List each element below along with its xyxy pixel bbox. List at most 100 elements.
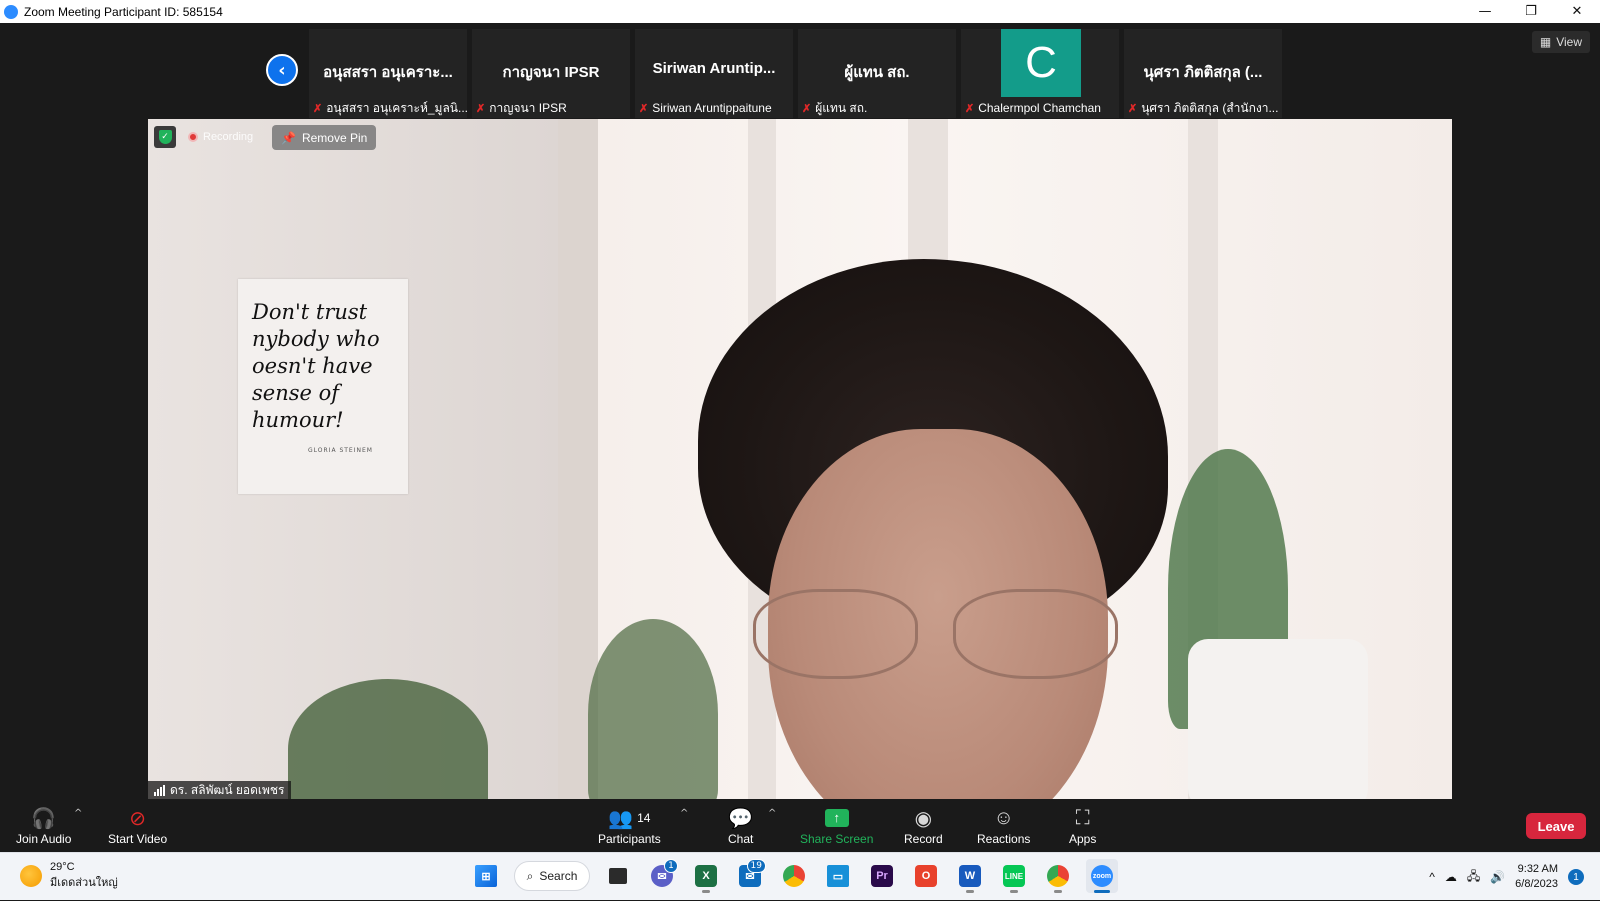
- window-titlebar: Zoom Meeting Participant ID: 585154 — ❐ …: [0, 0, 1600, 23]
- participant-name: อนุสสรา อนุเคราะห์_มูลนิ...: [326, 100, 467, 115]
- participant-count: 14: [637, 811, 651, 825]
- network-icon[interactable]: 🖧: [1467, 867, 1480, 888]
- headphones-icon: 🎧: [31, 807, 57, 830]
- word-app[interactable]: W: [954, 859, 986, 893]
- zoom-icon: zoom: [1091, 865, 1113, 887]
- search-label: Search: [539, 869, 578, 883]
- onedrive-icon[interactable]: ☁: [1445, 870, 1457, 884]
- mic-muted-icon: ✗: [965, 102, 975, 115]
- weather-widget[interactable]: 29°C มีเดดส่วนใหญ่: [20, 861, 118, 891]
- share-screen-button[interactable]: ↑ Share Screen: [800, 806, 873, 846]
- clock-date: 6/8/2023: [1515, 878, 1558, 890]
- start-button[interactable]: ⊞: [470, 859, 502, 893]
- mail-app[interactable]: ✉ 19: [734, 859, 766, 893]
- wall-poster: Don't trust nybody who oesn't have sense…: [238, 279, 408, 494]
- audio-options-caret[interactable]: ^: [74, 808, 82, 819]
- participant-display-name: กาญจนา IPSR: [502, 64, 600, 81]
- participant-label: ✗ Chalermpol Chamchan: [961, 98, 1119, 118]
- active-speaker-video[interactable]: Don't trust nybody who oesn't have sense…: [148, 119, 1452, 799]
- windows-taskbar: 29°C มีเดดส่วนใหญ่ ⊞ ⌕ Search ✉ 1 X ✉ 19: [0, 852, 1600, 900]
- gallery-prev-button[interactable]: ‹: [266, 54, 298, 86]
- participant-name: กาญจนา IPSR: [489, 100, 567, 115]
- apps-button[interactable]: ⛶ Apps: [1069, 806, 1096, 847]
- record-icon: ◉: [914, 807, 933, 830]
- meeting-toolbar: 🎧 Join Audio ^ ⊘ Start Video 👥 14 Partici…: [0, 800, 1600, 852]
- participant-display-name: ผู้แทน สถ.: [844, 64, 910, 81]
- zoom-app[interactable]: zoom: [1086, 859, 1118, 893]
- participants-button[interactable]: 👥 14 Participants: [598, 806, 661, 847]
- weather-desc: มีเดดส่วนใหญ่: [50, 877, 118, 889]
- view-button[interactable]: ▦ View: [1531, 31, 1590, 53]
- task-view-button[interactable]: [602, 859, 634, 893]
- participants-icon: 👥 14: [608, 807, 651, 830]
- video-off-icon: ⊘: [129, 807, 146, 830]
- participant-name: ผู้แทน สถ.: [815, 100, 868, 115]
- speaker-name-tag: ดร. สลิพัฒน์ ยอดเพชร: [148, 781, 291, 799]
- participant-name: Siriwan Aruntippaitune: [652, 101, 772, 115]
- remove-pin-button[interactable]: 📌 Remove Pin: [272, 125, 377, 150]
- participant-tile[interactable]: นุศรา ภิตติสกุล (... ✗ นุศรา ภิตติสกุล (…: [1124, 29, 1282, 118]
- close-button[interactable]: ✕: [1554, 0, 1600, 23]
- system-tray: ^ ☁ 🖧 🔊 9:32 AM 6/8/2023 1: [1429, 853, 1600, 901]
- clock-time: 9:32 AM: [1517, 863, 1558, 875]
- search-icon: ⌕: [526, 868, 534, 883]
- participant-tile[interactable]: กาญจนา IPSR ✗ กาญจนา IPSR: [472, 29, 630, 118]
- reactions-icon: ☺: [993, 806, 1014, 829]
- recording-indicator: Recording: [188, 128, 253, 146]
- word-icon: W: [959, 865, 981, 887]
- restore-button[interactable]: ❐: [1508, 0, 1554, 23]
- signal-strength-icon: [154, 784, 165, 796]
- poster-signature: GLORIA STEINEM: [308, 447, 373, 454]
- poster-text: Don't trust nybody who oesn't have sense…: [252, 300, 380, 432]
- mic-muted-icon: ✗: [639, 102, 649, 115]
- pin-icon: 📌: [281, 130, 296, 145]
- line-icon: LINE: [1003, 865, 1025, 887]
- leave-button[interactable]: Leave: [1526, 813, 1586, 839]
- chat-options-caret[interactable]: ^: [768, 808, 776, 819]
- chrome-app[interactable]: [778, 859, 810, 893]
- line-app[interactable]: LINE: [998, 859, 1030, 893]
- speaker-glasses: [753, 589, 1123, 684]
- participants-options-caret[interactable]: ^: [680, 808, 688, 819]
- chat-badge: 1: [664, 859, 678, 873]
- participant-tile[interactable]: ผู้แทน สถ. ✗ ผู้แทน สถ.: [798, 29, 956, 118]
- taskbar-search[interactable]: ⌕ Search: [514, 861, 590, 891]
- show-hidden-icons-chevron-icon[interactable]: ^: [1429, 870, 1435, 884]
- participant-tile[interactable]: อนุสสรา อนุเคราะ... ✗ อนุสสรา อนุเคราะห์…: [309, 29, 467, 118]
- start-video-button[interactable]: ⊘ Start Video: [108, 806, 167, 847]
- participant-display-name: Siriwan Aruntip...: [652, 60, 776, 77]
- taskbar-apps: ⊞ ⌕ Search ✉ 1 X ✉ 19 ▭ Pr O W LINE zoom: [470, 859, 1118, 893]
- notification-count-badge[interactable]: 1: [1568, 869, 1584, 885]
- excel-icon: X: [695, 865, 717, 887]
- teams-chat-app[interactable]: ✉ 1: [646, 859, 678, 893]
- share-screen-icon: ↑: [824, 809, 849, 827]
- reactions-button[interactable]: ☺ Reactions: [977, 806, 1030, 847]
- window-controls: — ❐ ✕: [1462, 0, 1600, 23]
- mic-muted-icon: ✗: [476, 102, 486, 115]
- premiere-app[interactable]: Pr: [866, 859, 898, 893]
- volume-icon[interactable]: 🔊: [1490, 870, 1505, 884]
- encryption-shield-icon[interactable]: ✓: [154, 126, 176, 148]
- weather-temp: 29°C: [50, 861, 75, 873]
- premiere-icon: Pr: [871, 865, 893, 887]
- participant-label: ✗ Siriwan Aruntippaitune: [635, 98, 793, 118]
- gallery-strip: ‹ อนุสสรา อนุเคราะ... ✗ อนุสสรา อนุเคราะ…: [0, 23, 1600, 118]
- minimize-button[interactable]: —: [1462, 0, 1508, 23]
- excel-app[interactable]: X: [690, 859, 722, 893]
- join-audio-button[interactable]: 🎧 Join Audio: [16, 806, 71, 847]
- chat-button[interactable]: 💬 Chat: [728, 806, 753, 847]
- record-button[interactable]: ◉ Record: [904, 806, 943, 847]
- taskbar-clock[interactable]: 9:32 AM 6/8/2023: [1515, 862, 1558, 892]
- chrome-profile-app[interactable]: [1042, 859, 1074, 893]
- remote-desktop-app[interactable]: ▭: [822, 859, 854, 893]
- participant-tile[interactable]: Siriwan Aruntip... ✗ Siriwan Aruntippait…: [635, 29, 793, 118]
- window-title: Zoom Meeting Participant ID: 585154: [24, 4, 223, 19]
- apps-icon: ⛶: [1075, 806, 1090, 829]
- office-app[interactable]: O: [910, 859, 942, 893]
- participant-tile[interactable]: C ✗ Chalermpol Chamchan: [961, 29, 1119, 118]
- participant-label: ✗ ผู้แทน สถ.: [798, 98, 956, 118]
- participant-label: ✗ กาญจนา IPSR: [472, 98, 630, 118]
- chrome-icon: [1047, 865, 1069, 887]
- remove-pin-label: Remove Pin: [301, 130, 368, 145]
- recording-label: Recording: [203, 131, 254, 143]
